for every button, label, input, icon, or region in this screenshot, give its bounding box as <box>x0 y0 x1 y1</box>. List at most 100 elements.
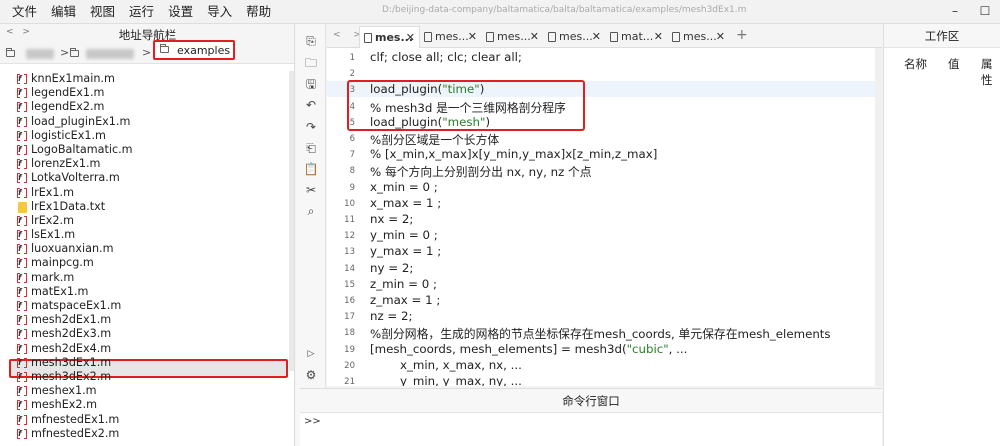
editor-scrollbar[interactable] <box>875 48 882 386</box>
file-list-item[interactable]: f lsEx1.m <box>0 228 294 242</box>
redo-icon[interactable]: ↷ <box>303 119 319 135</box>
new-file-icon[interactable]: ⎘ <box>303 33 319 49</box>
run-icon[interactable]: ▷ <box>303 346 319 362</box>
file-list-item[interactable]: f legendEx2.m <box>0 100 294 114</box>
tab-file-1[interactable]: mes... ✕ <box>359 26 420 48</box>
file-list-item[interactable]: f load_pluginEx1.m <box>0 115 294 129</box>
menu-import[interactable]: 导入 <box>200 0 239 24</box>
file-list-item[interactable]: f mfnestedEx2.m <box>0 427 294 441</box>
cut-icon[interactable]: ✂ <box>303 182 319 198</box>
code-line[interactable]: 6 %剖分区域是一个长方体 <box>327 130 875 147</box>
menu-help[interactable]: 帮助 <box>239 0 278 24</box>
file-list-item[interactable]: f mesh2dEx3.m <box>0 327 294 341</box>
save-icon[interactable]: 🖫 <box>303 76 319 92</box>
code-line[interactable]: 13 y_max = 1 ; <box>327 243 875 259</box>
m-file-icon: f <box>17 244 27 255</box>
minimize-button[interactable]: – <box>940 0 970 24</box>
search-icon[interactable]: ⌕ <box>303 203 319 219</box>
code-line[interactable]: 14 ny = 2; <box>327 260 875 276</box>
code-line[interactable]: 1 clf; close all; clc; clear all; <box>327 49 875 65</box>
file-name: LogoBaltamatic.m <box>31 142 133 156</box>
menu-file[interactable]: 文件 <box>0 0 44 24</box>
text-file-icon <box>18 201 27 213</box>
code-line[interactable]: 21 y_min, y_max, ny, ... <box>327 373 875 386</box>
file-list-item[interactable]: f mesh3dEx2.m <box>0 370 294 384</box>
code-line[interactable]: 8% 每个方向上分别剖分出 nx, ny, nz 个点 <box>327 162 875 179</box>
tab-file-3[interactable]: mes... ✕ <box>482 26 543 48</box>
file-list-item[interactable]: f mainpcg.m <box>0 256 294 270</box>
new-tab-button[interactable]: + <box>736 27 748 43</box>
folder-icon[interactable] <box>70 48 79 57</box>
file-list-item[interactable]: f lrEx2.m <box>0 214 294 228</box>
column-name-header[interactable]: 名称 <box>904 56 927 72</box>
close-icon[interactable]: ✕ <box>530 26 539 48</box>
code-line[interactable]: 18 %剖分网格，生成的网格的节点坐标保存在mesh_coords, 单元保存在m… <box>327 324 875 341</box>
close-icon[interactable]: ✕ <box>716 26 725 48</box>
menu-run[interactable]: 运行 <box>122 0 161 24</box>
code-line[interactable]: 19 [mesh_coords, mesh_elements] = mesh3d(… <box>327 341 875 357</box>
file-list-item[interactable]: f meshEx2.m <box>0 398 294 412</box>
code-line[interactable]: 20 x_min, x_max, nx, ... <box>327 357 875 373</box>
close-icon[interactable]: ✕ <box>654 26 663 48</box>
code-line[interactable]: 15 z_min = 0 ; <box>327 276 875 292</box>
file-name: meshex1.m <box>31 384 97 398</box>
code-text: y_min = 0 ; <box>370 228 438 243</box>
file-list-item[interactable]: f matspaceEx1.m <box>0 299 294 313</box>
open-folder-icon[interactable]: 🗀 <box>303 55 319 71</box>
undo-icon[interactable]: ↶ <box>303 97 319 113</box>
file-list-item[interactable]: f lrEx1.m <box>0 186 294 200</box>
paste-icon[interactable]: 📋 <box>303 161 319 177</box>
code-line[interactable]: 10 x_max = 1 ; <box>327 195 875 211</box>
code-line[interactable]: 12 y_min = 0 ; <box>327 227 875 243</box>
code-line[interactable]: 16 z_max = 1 ; <box>327 292 875 308</box>
navigator-scrollbar[interactable] <box>289 71 294 371</box>
column-attr-header[interactable]: 属性 <box>981 56 1000 88</box>
code-line[interactable]: 7 % [x_min,x_max]x[y_min,y_max]x[z_min,z_… <box>327 146 875 162</box>
file-list-item[interactable]: f logisticEx1.m <box>0 129 294 143</box>
tab-file-5[interactable]: mat... ✕ <box>606 26 667 48</box>
file-list-item[interactable]: f mesh3dEx1.m <box>0 356 294 370</box>
file-name: mfnestedEx1.m <box>31 412 120 426</box>
file-list-item[interactable]: f LogoBaltamatic.m <box>0 143 294 157</box>
command-prompt[interactable]: >> <box>304 416 321 427</box>
menu-view[interactable]: 视图 <box>83 0 122 24</box>
file-list-item[interactable]: f luoxuanxian.m <box>0 242 294 256</box>
close-icon[interactable]: ✕ <box>468 26 477 48</box>
file-list-item[interactable]: f meshex1.m <box>0 384 294 398</box>
breadcrumb-hidden-segment[interactable] <box>86 49 134 59</box>
file-list-item[interactable]: lrEx1Data.txt <box>0 200 294 214</box>
menu-edit[interactable]: 编辑 <box>44 0 83 24</box>
tab-file-4[interactable]: mes... ✕ <box>544 26 605 48</box>
file-list-item[interactable]: f legendEx1.m <box>0 86 294 100</box>
line-number: 20 <box>344 360 355 371</box>
tab-file-2[interactable]: mes... ✕ <box>420 26 481 48</box>
file-list-item[interactable]: f LotkaVolterra.m <box>0 171 294 185</box>
line-number: 19 <box>344 344 355 355</box>
column-value-header[interactable]: 值 <box>948 56 960 72</box>
settings-icon[interactable]: ⚙ <box>303 367 319 383</box>
document-icon <box>424 32 432 42</box>
file-list-item[interactable]: f knnEx1main.m <box>0 72 294 86</box>
breadcrumb-hidden-segment[interactable] <box>26 49 54 59</box>
copy-icon[interactable]: ⎗ <box>303 140 319 156</box>
code-line[interactable]: 17 nz = 2; <box>327 308 875 324</box>
breadcrumb-item-examples[interactable]: examples <box>153 40 235 60</box>
navigator-title: 地址导航栏 <box>118 28 177 42</box>
code-line[interactable]: 2 <box>327 65 875 81</box>
close-icon[interactable]: ✕ <box>406 27 415 49</box>
close-icon[interactable]: ✕ <box>592 26 601 48</box>
file-list-item[interactable]: f mesh2dEx4.m <box>0 342 294 356</box>
file-list-item[interactable]: f mesh2dEx1.m <box>0 313 294 327</box>
file-list-item[interactable]: f mark.m <box>0 271 294 285</box>
maximize-button[interactable]: ☐ <box>970 0 1000 24</box>
file-list-item[interactable]: f mfnestedEx1.m <box>0 413 294 427</box>
code-text: nz = 2; <box>370 309 413 324</box>
string-literal: "cubic" <box>626 341 669 356</box>
code-line[interactable]: 11 nx = 2; <box>327 211 875 227</box>
menu-settings[interactable]: 设置 <box>161 0 200 24</box>
file-list-item[interactable]: f lorenzEx1.m <box>0 157 294 171</box>
code-line[interactable]: 9 x_min = 0 ; <box>327 179 875 195</box>
tab-file-6[interactable]: mes... ✕ <box>668 26 729 48</box>
file-list-item[interactable]: f matEx1.m <box>0 285 294 299</box>
folder-icon[interactable] <box>6 48 15 57</box>
